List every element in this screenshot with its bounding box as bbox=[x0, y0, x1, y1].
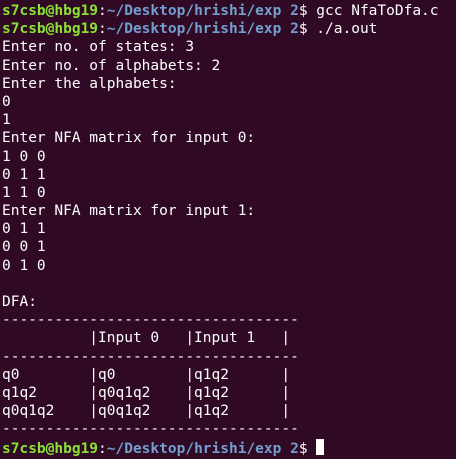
dfa-table-header: |Input 0 |Input 1 | bbox=[2, 330, 291, 347]
prompt-colon: : bbox=[98, 440, 107, 457]
output-line: Enter NFA matrix for input 1: bbox=[2, 203, 256, 220]
prompt-user-host: s7csb@hbg19 bbox=[2, 440, 99, 457]
dfa-table-row: q0q1q2 |q0q1q2 |q1q2 | bbox=[2, 403, 291, 420]
prompt-line-1: s7csb@hbg19:~/Desktop/hrishi/exp 2$ gcc … bbox=[2, 2, 456, 20]
dfa-table-border: ---------------------------------- bbox=[2, 312, 299, 329]
output-line: 0 1 1 bbox=[2, 221, 46, 238]
prompt-line-2: s7csb@hbg19:~/Desktop/hrishi/exp 2$ ./a.… bbox=[2, 20, 456, 38]
prompt-colon: : bbox=[98, 3, 107, 19]
dfa-table-row: q0 |q0 |q1q2 | bbox=[2, 366, 291, 383]
command-text: ./a.out bbox=[316, 21, 378, 38]
output-line: 0 bbox=[2, 93, 11, 110]
output-line: 0 1 1 bbox=[2, 166, 46, 183]
output-line: 0 1 0 bbox=[2, 257, 46, 274]
output-line: 1 1 0 bbox=[2, 184, 46, 201]
output-line: 1 bbox=[2, 112, 11, 129]
prompt-symbol: $ bbox=[298, 440, 317, 457]
output-line: DFA: bbox=[2, 294, 37, 310]
output-line: Enter no. of states: 3 bbox=[2, 39, 195, 56]
prompt-path: ~/Desktop/hrishi/exp 2 bbox=[106, 3, 299, 19]
output-line: 1 0 0 bbox=[2, 148, 46, 165]
prompt-symbol: $ bbox=[298, 3, 317, 19]
text-cursor bbox=[316, 438, 325, 455]
prompt-path: ~/Desktop/hrishi/exp 2 bbox=[106, 440, 299, 457]
command-text: gcc NfaToDfa.c bbox=[316, 3, 439, 19]
terminal-window[interactable]: s7csb@hbg19:~/Desktop/hrishi/exp 2$ gcc … bbox=[0, 0, 456, 459]
dfa-table-row: q1q2 |q0q1q2 |q1q2 | bbox=[2, 384, 291, 401]
output-line: Enter the alphabets: bbox=[2, 75, 177, 92]
prompt-user-host: s7csb@hbg19 bbox=[2, 3, 99, 19]
prompt-path: ~/Desktop/hrishi/exp 2 bbox=[106, 21, 299, 38]
prompt-symbol: $ bbox=[298, 21, 317, 38]
prompt-colon: : bbox=[98, 21, 107, 38]
output-line: Enter NFA matrix for input 0: bbox=[2, 130, 256, 147]
prompt-line-3: s7csb@hbg19:~/Desktop/hrishi/exp 2$ bbox=[2, 438, 456, 457]
output-line: Enter no. of alphabets: 2 bbox=[2, 57, 221, 74]
dfa-table-border: ---------------------------------- bbox=[2, 348, 299, 365]
dfa-table-border: ---------------------------------- bbox=[2, 421, 299, 438]
output-line: 0 0 1 bbox=[2, 239, 46, 256]
prompt-user-host: s7csb@hbg19 bbox=[2, 21, 99, 38]
